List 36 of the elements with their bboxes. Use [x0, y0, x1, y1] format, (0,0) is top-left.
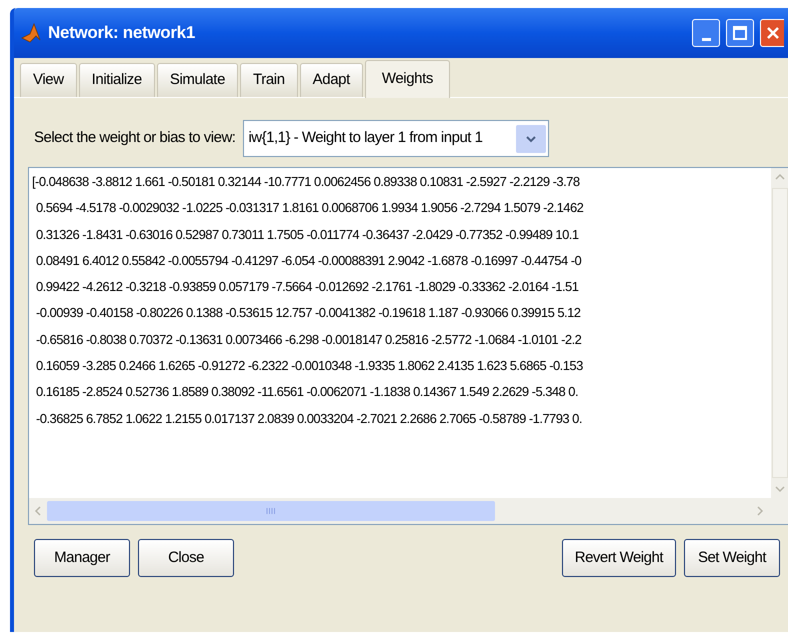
scroll-thumb[interactable] [47, 501, 495, 521]
scroll-right-icon [756, 506, 764, 516]
scroll-down-icon [775, 485, 785, 493]
matrix-row-text: -0.36825 6.7852 1.0622 1.2155 0.017137 2.0839 0.0033204 -2.7021 2.2686 2.7065 -0.58789 -1.7793 0. [35, 410, 582, 428]
maximize-button[interactable] [726, 19, 754, 47]
minimize-button[interactable] [692, 19, 720, 47]
selector-label: Select the weight or bias to view: [34, 128, 236, 148]
matrix-row-text: 0.16059 -3.285 0.2466 1.6265 -0.91272 -6.2322 -0.0010348 -1.9335 1.8062 2.4135 1.623 5.6865 -0.153 [35, 357, 583, 376]
tab[interactable]: Train [240, 63, 298, 97]
matrix-row-text: [-0.048638 -3.8812 1.661 -0.50181 0.32144 -10.7771 0.0062456 0.89338 0.10831 -2.5927 -2.2129 -3.78 [32, 173, 580, 191]
tab[interactable]: Initialize [78, 63, 155, 97]
close-button[interactable] [760, 19, 784, 47]
tab[interactable]: Simulate [156, 63, 238, 97]
matrix-row-text: -0.00939 -0.40158 -0.80226 0.1388 -0.53615 12.757 -0.0041382 -0.19618 1.187 -0.93066 0.39915 5.12 [35, 304, 580, 322]
scroll-left-icon [34, 506, 42, 516]
scroll-up-icon [775, 173, 785, 181]
peak-logo-icon [20, 22, 42, 44]
dialog-button[interactable]: Close [138, 539, 234, 577]
matrix-row-text: 0.5694 -4.5178 -0.0029032 -1.0225 -0.031317 1.8161 0.0068706 1.9934 1.9056 -2.7294 1.5079 -2.1462 [35, 199, 584, 218]
tab[interactable]: View [20, 63, 77, 97]
matrix-row-text: 0.31326 -1.8431 -0.63016 0.52987 0.73011 1.7505 -0.011774 -0.36437 -2.0429 -0.77352 -0.99489 10.1 [35, 226, 579, 244]
horizontal-scrollbar[interactable] [29, 498, 788, 524]
matrix-row-text: 0.99422 -4.2612 -0.3218 -0.93859 0.057179 -7.5664 -0.012692 -2.1761 -1.8029 -0.33362 -2.0164 -1.51 [35, 278, 578, 296]
dialog-button[interactable]: Revert Weight [562, 539, 676, 577]
dialog-button[interactable]: Set Weight [684, 539, 780, 577]
weight-dropdown[interactable]: iw{1,1} - Weight to layer 1 from input 1 [243, 120, 550, 157]
window-title: Network: network1 [48, 22, 196, 44]
tab[interactable]: Weights [364, 60, 450, 98]
tab[interactable]: Adapt [300, 63, 363, 97]
close-icon [766, 26, 780, 40]
matrix-row-text: -0.65816 -0.8038 0.70372 -0.13631 0.0073466 -6.298 -0.0018147 0.25816 -2.5772 -1.0684 -1.0101 -2.2 [35, 330, 582, 349]
dialog-button[interactable]: Manager [34, 539, 130, 577]
matrix-row-text: 0.08491 6.4012 0.55842 -0.0055794 -0.41297 -6.054 -0.00088391 2.9042 -1.6878 -0.16997 -0.44754 -0 [35, 252, 582, 270]
vertical-scrollbar[interactable] [771, 168, 788, 498]
matrix-row-text: 0.16185 -2.8524 0.52736 1.8589 0.38092 -11.6561 -0.0062071 -1.1838 0.14367 1.549 2.2629 -5.348 0. [35, 383, 578, 402]
weight-text-area[interactable] [28, 167, 788, 525]
